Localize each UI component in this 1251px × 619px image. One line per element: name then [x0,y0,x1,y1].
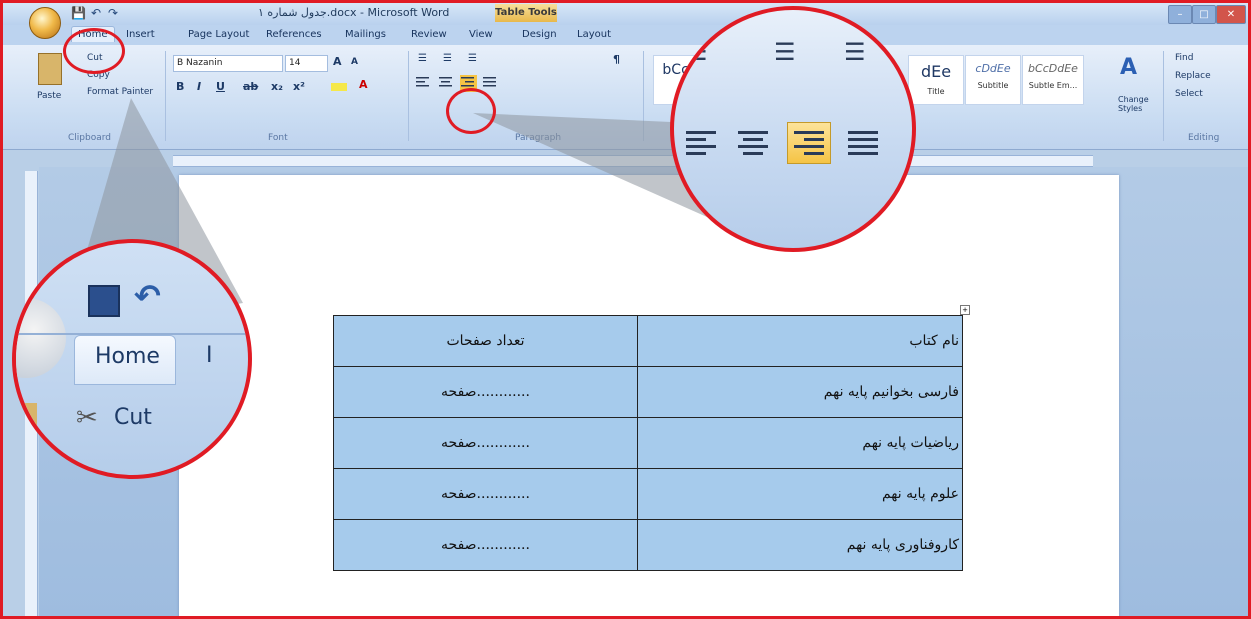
bullets-icon: ☰ [686,38,708,66]
tab-home-label: Home [95,344,160,369]
word-window: 💾 ↶ ↷ جدول شماره ۱.docx - Microsoft Word… [0,0,1251,619]
highlight-circle-home [63,28,125,74]
undo-icon: ↶ [134,277,161,315]
magnifier-alignment: ☰ ☰ ☰ [670,6,916,252]
multilevel-list-icon: ☰ [844,38,866,66]
align-right-icon[interactable] [787,122,831,164]
paste-icon [21,403,37,437]
numbering-icon: ☰ [774,38,796,66]
align-left-icon[interactable] [684,125,718,159]
tab-home-zoomed[interactable]: Home [74,335,176,385]
align-center-icon[interactable] [736,125,770,159]
cut-label: Cut [114,405,152,430]
highlight-circle-align-right [446,88,496,134]
justify-icon[interactable] [846,125,880,159]
office-button-zoomed [16,298,66,378]
tab-insert-partial: I [206,343,213,368]
save-icon [88,285,120,317]
scissors-icon: ✂ [76,403,98,433]
magnifier-home-tab: ↶ Home I ✂ Cut [12,239,252,479]
